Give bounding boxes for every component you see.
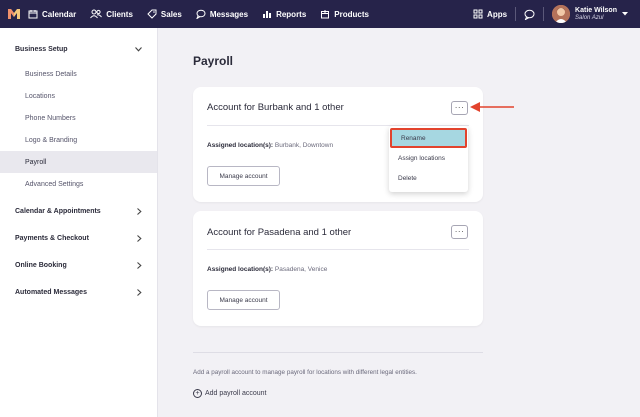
help-text: Add a payroll account to manage payroll … — [193, 369, 417, 376]
chat-icon — [196, 9, 206, 19]
plus-circle-icon: + — [193, 389, 202, 398]
nav-reports[interactable]: Reports — [262, 0, 306, 28]
nav-clients-label: Clients — [106, 9, 133, 19]
sidebar-item-phone-numbers[interactable]: Phone Numbers — [0, 107, 157, 129]
chevron-right-icon — [137, 262, 142, 269]
more-options-button[interactable]: ··· — [451, 101, 468, 115]
menu-item-delete[interactable]: Delete — [389, 168, 468, 188]
assigned-locations: Assigned location(s): Pasadena, Venice — [207, 266, 327, 273]
ellipsis-icon: ··· — [454, 227, 465, 236]
card-divider — [207, 249, 469, 250]
chart-icon — [263, 11, 272, 18]
section-divider — [193, 352, 483, 353]
nav-calendar-label: Calendar — [42, 9, 77, 19]
nav-calendar[interactable]: Calendar — [28, 0, 76, 28]
assigned-locations-label: Assigned location(s): — [207, 142, 274, 149]
sidebar-item-label: Advanced Settings — [25, 180, 84, 188]
nav-products-label: Products — [334, 9, 369, 19]
sidebar-section-label: Payments & Checkout — [15, 235, 89, 242]
assigned-locations: Assigned location(s): Burbank, Downtown — [207, 142, 333, 149]
manage-account-button[interactable]: Manage account — [207, 290, 280, 310]
menu-item-assign-locations[interactable]: Assign locations — [389, 148, 468, 168]
chevron-right-icon — [137, 208, 142, 215]
caret-down-icon[interactable] — [621, 11, 629, 17]
nav-sales[interactable]: Sales — [147, 0, 182, 28]
nav-clients[interactable]: Clients — [90, 0, 133, 28]
box-icon — [321, 10, 330, 19]
ellipsis-icon: ··· — [454, 103, 465, 112]
nav-apps-label: Apps — [487, 9, 508, 19]
sidebar-item-label: Locations — [25, 92, 55, 100]
sidebar: Business Setup Business Details Location… — [0, 28, 158, 417]
sidebar-item-payroll[interactable]: Payroll — [0, 151, 157, 173]
top-nav: Calendar Clients Sales Messages Reports … — [0, 0, 640, 28]
page-title: Payroll — [193, 54, 234, 68]
add-payroll-account-label: Add payroll account — [205, 390, 267, 397]
calendar-icon — [28, 10, 38, 19]
chat-bubble-icon[interactable] — [524, 9, 535, 20]
card-title: Account for Pasadena and 1 other — [207, 227, 352, 238]
sidebar-item-label: Payroll — [25, 158, 47, 166]
nav-apps[interactable]: Apps — [473, 0, 507, 28]
assigned-locations-value: Pasadena, Venice — [274, 266, 328, 273]
annotation-arrow-icon — [470, 102, 514, 112]
sidebar-section-online-booking[interactable]: Online Booking — [0, 252, 157, 279]
menu-item-rename[interactable]: Rename — [390, 128, 467, 148]
logo-icon[interactable] — [0, 0, 28, 28]
sidebar-section-automated-messages[interactable]: Automated Messages — [0, 279, 157, 306]
sidebar-section-label: Online Booking — [15, 262, 67, 269]
nav-sales-label: Sales — [160, 9, 182, 19]
sidebar-item-label: Business Details — [25, 70, 77, 78]
tag-icon — [147, 9, 157, 19]
payroll-account-card: Account for Pasadena and 1 other ··· Ass… — [193, 211, 483, 326]
sidebar-item-advanced-settings[interactable]: Advanced Settings — [0, 173, 157, 195]
manage-account-button[interactable]: Manage account — [207, 166, 280, 186]
sidebar-item-label: Logo & Branding — [25, 136, 78, 144]
user-salon: Salon Azul — [575, 14, 604, 21]
nav-messages-label: Messages — [209, 9, 249, 19]
chevron-right-icon — [137, 235, 142, 242]
sidebar-item-business-details[interactable]: Business Details — [0, 63, 157, 85]
sidebar-section-payments[interactable]: Payments & Checkout — [0, 225, 157, 252]
sidebar-item-locations[interactable]: Locations — [0, 85, 157, 107]
sidebar-item-label: Phone Numbers — [25, 114, 76, 122]
sidebar-section-calendar[interactable]: Calendar & Appointments — [0, 198, 157, 225]
sidebar-item-logo-branding[interactable]: Logo & Branding — [0, 129, 157, 151]
sidebar-section-label: Business Setup — [15, 46, 68, 53]
user-menu[interactable]: Katie Wilson Salon Azul — [575, 7, 617, 22]
nav-messages[interactable]: Messages — [196, 0, 248, 28]
chevron-down-icon — [135, 47, 142, 52]
user-name: Katie Wilson — [575, 6, 617, 14]
chevron-right-icon — [137, 289, 142, 296]
avatar[interactable] — [552, 5, 571, 23]
sidebar-section-label: Automated Messages — [15, 289, 87, 296]
nav-reports-label: Reports — [276, 9, 307, 19]
clients-icon — [90, 9, 103, 19]
nav-products[interactable]: Products — [320, 0, 369, 28]
add-payroll-account-button[interactable]: + Add payroll account — [193, 389, 266, 398]
more-options-button[interactable]: ··· — [451, 225, 468, 239]
options-menu: Rename Assign locations Delete — [389, 126, 468, 192]
grid-icon — [473, 9, 483, 19]
nav-divider — [543, 7, 545, 21]
sidebar-section-label: Calendar & Appointments — [15, 208, 101, 215]
sidebar-section-business-setup[interactable]: Business Setup — [0, 36, 157, 63]
assigned-locations-label: Assigned location(s): — [207, 266, 274, 273]
assigned-locations-value: Burbank, Downtown — [274, 142, 334, 149]
nav-divider — [515, 7, 517, 21]
card-title: Account for Burbank and 1 other — [207, 102, 344, 113]
